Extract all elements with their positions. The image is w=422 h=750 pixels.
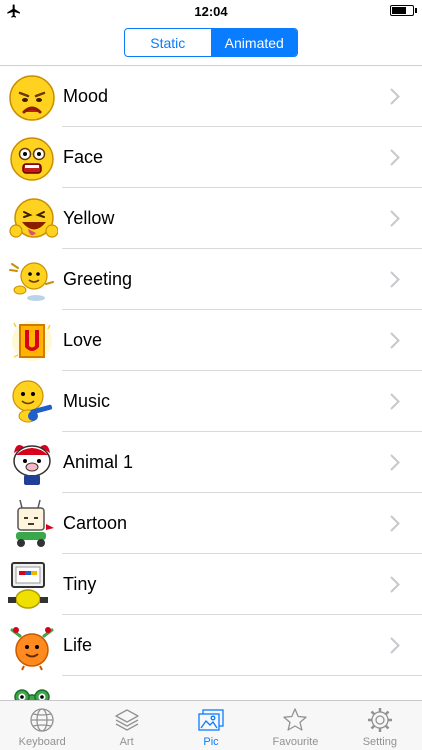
love-letter-icon bbox=[12, 321, 52, 361]
category-label: Life bbox=[63, 635, 93, 655]
category-row-life[interactable]: Life bbox=[0, 615, 422, 676]
segment-animated[interactable]: Animated bbox=[210, 29, 297, 56]
category-label: Cartoon bbox=[63, 513, 128, 533]
cartoon-rabbit-icon bbox=[16, 499, 54, 547]
chevron-right-icon bbox=[390, 637, 400, 654]
category-label: Music bbox=[63, 391, 111, 411]
chevron-right-icon bbox=[390, 149, 400, 166]
category-label: Greeting bbox=[63, 269, 133, 289]
category-label: Yellow bbox=[63, 208, 115, 228]
star-icon bbox=[283, 708, 308, 731]
computer-ball-icon bbox=[8, 562, 48, 609]
chevron-right-icon bbox=[390, 271, 400, 288]
sad-smiley-icon bbox=[9, 75, 55, 121]
category-row-face[interactable]: Face bbox=[0, 127, 422, 188]
tab-label: Keyboard bbox=[18, 736, 66, 748]
pictures-icon bbox=[198, 709, 224, 731]
tab-keyboard[interactable]: Keyboard bbox=[0, 701, 84, 750]
gear-icon bbox=[367, 708, 392, 732]
shocked-smiley-icon bbox=[10, 137, 54, 181]
chevron-right-icon bbox=[390, 576, 400, 593]
tab-setting[interactable]: Setting bbox=[338, 701, 422, 750]
frog-icon bbox=[14, 689, 50, 700]
category-row-partial[interactable] bbox=[0, 676, 422, 700]
pig-character-icon bbox=[13, 445, 51, 485]
category-label: Mood bbox=[63, 86, 109, 106]
category-label: Face bbox=[63, 147, 104, 167]
category-row-cartoon[interactable]: Cartoon bbox=[0, 493, 422, 554]
status-bar: 12:04 bbox=[0, 0, 422, 22]
category-row-mood[interactable]: Mood bbox=[0, 66, 422, 127]
tab-favourite[interactable]: Favourite bbox=[253, 701, 337, 750]
category-row-tiny[interactable]: Tiny bbox=[0, 554, 422, 615]
chevron-right-icon bbox=[390, 332, 400, 349]
segmented-control: Static Animated bbox=[124, 28, 298, 57]
category-row-animal-1[interactable]: Animal 1 bbox=[0, 432, 422, 493]
chevron-right-icon bbox=[390, 515, 400, 532]
battery-icon bbox=[390, 5, 414, 16]
layers-icon bbox=[114, 709, 139, 731]
waving-smiley-icon bbox=[9, 262, 54, 301]
orange-bird-icon bbox=[10, 627, 54, 671]
category-label: Love bbox=[63, 330, 103, 350]
globe-icon bbox=[30, 708, 54, 732]
category-label: Animal 1 bbox=[63, 452, 134, 472]
tab-label: Art bbox=[119, 736, 134, 748]
chevron-right-icon bbox=[390, 210, 400, 227]
tab-label: Setting bbox=[362, 736, 397, 748]
category-row-music[interactable]: Music bbox=[0, 371, 422, 432]
chevron-right-icon bbox=[390, 393, 400, 410]
category-list: Mood Face Yellow Greeting Love Music Ani… bbox=[0, 66, 422, 700]
status-time: 12:04 bbox=[194, 4, 228, 19]
guitar-smiley-icon bbox=[12, 380, 53, 423]
tab-bar: Keyboard Art Pic Favourite Setting bbox=[0, 700, 422, 750]
segment-static[interactable]: Static bbox=[125, 29, 211, 56]
category-row-greeting[interactable]: Greeting bbox=[0, 249, 422, 310]
chevron-right-icon bbox=[390, 88, 400, 105]
tab-pic[interactable]: Pic bbox=[169, 701, 253, 750]
tab-label: Favourite bbox=[272, 736, 319, 748]
chevron-right-icon bbox=[390, 454, 400, 471]
category-row-love[interactable]: Love bbox=[0, 310, 422, 371]
category-row-yellow[interactable]: Yellow bbox=[0, 188, 422, 249]
tab-label: Pic bbox=[203, 736, 219, 748]
battery-tip bbox=[415, 8, 417, 13]
laughing-smiley-icon bbox=[9, 198, 58, 238]
tab-art[interactable]: Art bbox=[84, 701, 168, 750]
category-label: Tiny bbox=[63, 574, 97, 594]
